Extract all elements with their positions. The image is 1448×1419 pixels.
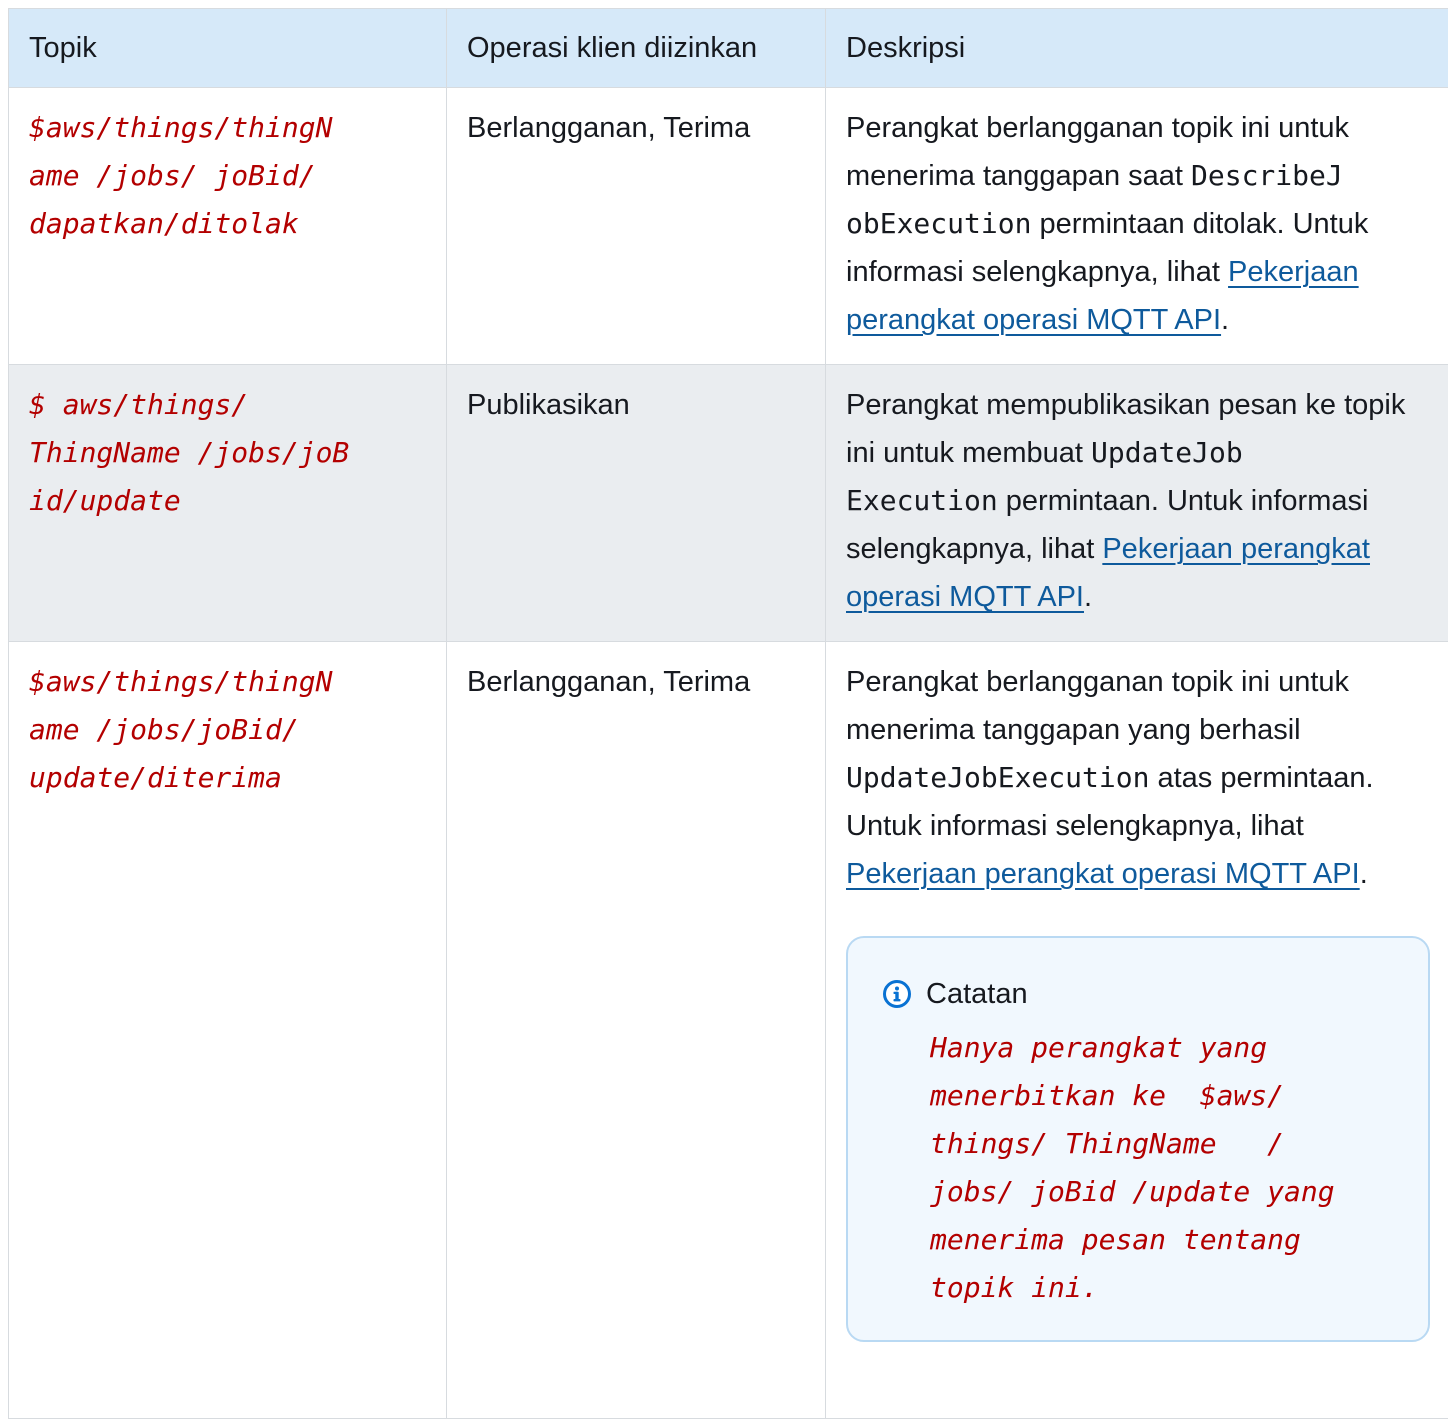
topic-text: $aws/things/thingN ame /jobs/joBid/ upda… <box>29 665 332 794</box>
period-text: . <box>1084 581 1092 613</box>
table-row: $aws/things/thingN ame /jobs/joBid/ upda… <box>9 642 1448 1419</box>
topic-text: $ aws/things/ ThingName /jobs/joB id/upd… <box>29 388 349 517</box>
table-row: $ aws/things/ ThingName /jobs/joB id/upd… <box>9 365 1448 642</box>
topic-cell: $aws/things/thingN ame /jobs/ joBid/ dap… <box>9 88 447 365</box>
table-row: $aws/things/thingN ame /jobs/ joBid/ dap… <box>9 88 1448 365</box>
operations-cell: Berlangganan, Terima <box>447 88 826 365</box>
topic-cell: $ aws/things/ ThingName /jobs/joB id/upd… <box>9 365 447 642</box>
note-title: Catatan <box>926 970 1028 1018</box>
info-icon <box>882 979 912 1009</box>
period-text: . <box>1360 858 1368 890</box>
header-operations: Operasi klien diizinkan <box>447 9 826 88</box>
operations-cell: Publikasikan <box>447 365 826 642</box>
note-body: Hanya perangkat yang menerbitkan ke $aws… <box>930 1024 1408 1312</box>
description-cell: Perangkat berlangganan topik ini untuk m… <box>826 88 1448 365</box>
table-header-row: Topik Operasi klien diizinkan Deskripsi <box>9 9 1448 88</box>
description-text: Perangkat berlangganan topik ini untuk m… <box>846 666 1349 746</box>
topic-cell: $aws/things/thingN ame /jobs/joBid/ upda… <box>9 642 447 1419</box>
code-text: UpdateJobExecution <box>846 761 1149 794</box>
description-cell: Perangkat berlangganan topik ini untuk m… <box>826 642 1448 1419</box>
topics-table: Topik Operasi klien diizinkan Deskripsi … <box>8 8 1448 1419</box>
header-description: Deskripsi <box>826 9 1448 88</box>
topic-text: $aws/things/thingN ame /jobs/ joBid/ dap… <box>29 111 332 240</box>
note-box: Catatan Hanya perangkat yang menerbitkan… <box>846 936 1430 1342</box>
header-topic: Topik <box>9 9 447 88</box>
operations-cell: Berlangganan, Terima <box>447 642 826 1419</box>
note-header: Catatan <box>882 972 1408 1016</box>
mqtt-api-link[interactable]: Pekerjaan perangkat operasi MQTT API <box>846 858 1360 890</box>
description-cell: Perangkat mempublikasikan pesan ke topik… <box>826 365 1448 642</box>
period-text: . <box>1221 304 1229 336</box>
